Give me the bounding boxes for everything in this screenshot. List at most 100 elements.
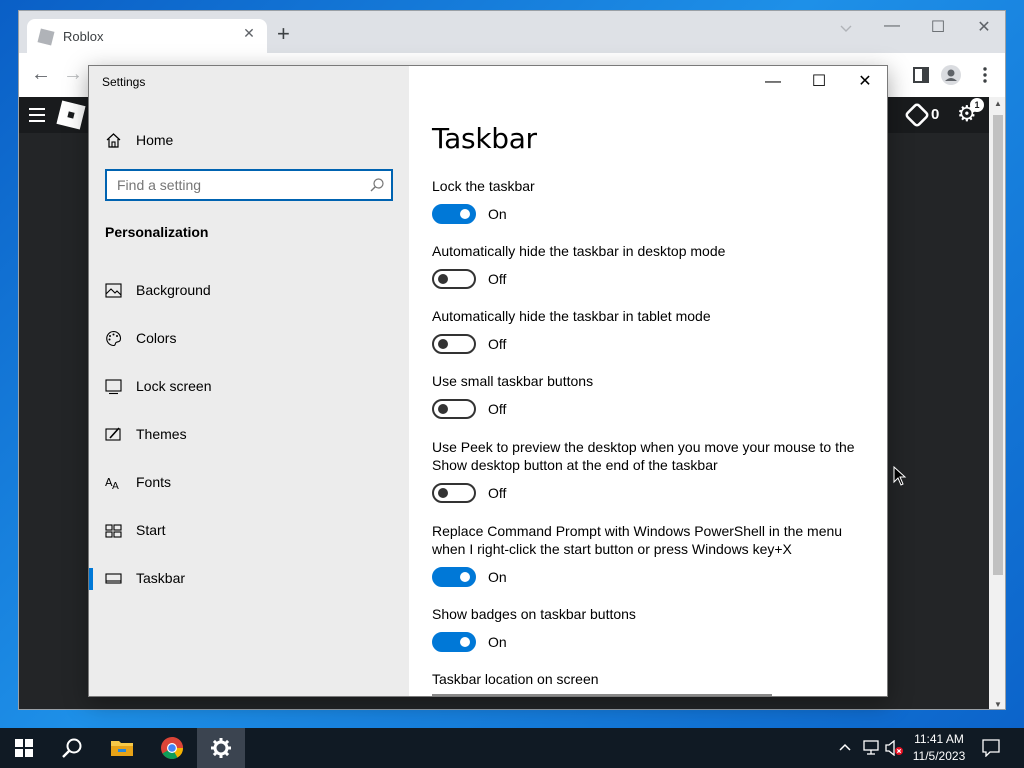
autohide-tablet-toggle[interactable] bbox=[432, 334, 476, 354]
taskbar-location-dropdown[interactable] bbox=[432, 694, 772, 696]
browser-close-button[interactable]: ✕ bbox=[969, 17, 999, 37]
powershell-toggle[interactable] bbox=[432, 567, 476, 587]
toggle-state: On bbox=[488, 569, 507, 585]
action-center-icon[interactable] bbox=[982, 739, 1000, 757]
settings-content: — ☐ ✕ Taskbar Lock the taskbar On Automa… bbox=[409, 66, 887, 696]
clock-date: 11/5/2023 bbox=[912, 749, 966, 763]
sidebar-item-colors[interactable]: Colors bbox=[89, 314, 409, 362]
tab-title: Roblox bbox=[63, 29, 104, 44]
scroll-down-arrow-icon[interactable]: ▼ bbox=[989, 700, 1005, 709]
badges-toggle[interactable] bbox=[432, 632, 476, 652]
toggle-state: On bbox=[488, 634, 507, 650]
sidebar-item-label: Themes bbox=[136, 426, 187, 442]
toggle-state: Off bbox=[488, 271, 507, 287]
sidebar-item-themes[interactable]: Themes bbox=[89, 410, 409, 458]
search-icon[interactable] bbox=[369, 177, 385, 193]
setting-autohide-desktop: Automatically hide the taskbar in deskto… bbox=[432, 242, 872, 289]
volume-muted-icon[interactable] bbox=[884, 740, 904, 756]
profile-avatar-icon[interactable] bbox=[941, 65, 961, 85]
sidebar-item-fonts[interactable]: A A Fonts bbox=[89, 458, 409, 506]
setting-badges: Show badges on taskbar buttons On bbox=[432, 605, 872, 652]
palette-icon bbox=[106, 330, 122, 346]
toggle-state: Off bbox=[488, 336, 507, 352]
start-button[interactable] bbox=[0, 728, 48, 768]
peek-toggle[interactable] bbox=[432, 483, 476, 503]
tray-overflow-chevron-icon[interactable] bbox=[838, 742, 852, 752]
search-box[interactable] bbox=[105, 169, 393, 201]
chrome-icon bbox=[161, 737, 183, 759]
setting-powershell: Replace Command Prompt with Windows Powe… bbox=[432, 522, 872, 587]
settings-icon bbox=[211, 738, 231, 758]
hamburger-menu-icon[interactable] bbox=[29, 108, 45, 122]
setting-location: Taskbar location on screen bbox=[432, 670, 872, 688]
scroll-thumb[interactable] bbox=[993, 115, 1003, 575]
scroll-up-arrow-icon[interactable]: ▲ bbox=[989, 99, 1005, 108]
taskbar-icon bbox=[105, 572, 122, 584]
autohide-desktop-toggle[interactable] bbox=[432, 269, 476, 289]
forward-button[interactable]: → bbox=[61, 63, 85, 85]
page-scrollbar[interactable]: ▲ ▼ bbox=[989, 97, 1005, 709]
toggle-state: On bbox=[488, 206, 507, 222]
themes-icon bbox=[105, 426, 121, 441]
sidebar-nav: Background Colors Lock screen Themes A A… bbox=[89, 266, 409, 602]
taskbar-search-button[interactable] bbox=[48, 728, 96, 768]
robux-count: 0 bbox=[931, 106, 940, 123]
tab-close-icon[interactable]: ✕ bbox=[239, 25, 259, 42]
home-link[interactable]: Home bbox=[105, 130, 173, 150]
tab-strip: Roblox ✕ + — ☐ ✕ bbox=[19, 11, 1005, 53]
home-label: Home bbox=[136, 132, 174, 148]
sidebar-item-start[interactable]: Start bbox=[89, 506, 409, 554]
setting-label: Use small taskbar buttons bbox=[432, 373, 594, 389]
setting-label: Automatically hide the taskbar in tablet… bbox=[432, 308, 711, 324]
network-icon[interactable] bbox=[862, 740, 880, 756]
sidebar-item-background[interactable]: Background bbox=[89, 266, 409, 314]
windows-start-icon bbox=[15, 739, 33, 757]
roblox-favicon-icon bbox=[37, 28, 55, 46]
sidebar-item-taskbar[interactable]: Taskbar bbox=[89, 554, 409, 602]
tab-search-icon[interactable] bbox=[831, 21, 861, 37]
settings-close-button[interactable]: ✕ bbox=[845, 72, 885, 92]
settings-minimize-button[interactable]: — bbox=[753, 72, 793, 92]
taskbar-settings[interactable] bbox=[197, 728, 245, 768]
lock-taskbar-toggle[interactable] bbox=[432, 204, 476, 224]
settings-window: Settings Home Personalization Backg bbox=[88, 65, 888, 697]
toggle-state: Off bbox=[488, 401, 507, 417]
browser-menu-icon[interactable] bbox=[975, 65, 995, 85]
side-panel-icon[interactable] bbox=[911, 65, 931, 85]
search-input[interactable] bbox=[107, 171, 357, 199]
new-tab-button[interactable]: + bbox=[277, 23, 290, 45]
small-buttons-toggle[interactable] bbox=[432, 399, 476, 419]
windows-taskbar: 11:41 AM 11/5/2023 bbox=[0, 728, 1024, 768]
robux-icon[interactable] bbox=[903, 101, 931, 129]
picture-icon bbox=[105, 282, 122, 298]
taskbar-chrome[interactable] bbox=[148, 728, 196, 768]
setting-peek: Use Peek to preview the desktop when you… bbox=[432, 438, 872, 503]
setting-label: Lock the taskbar bbox=[432, 178, 535, 194]
fonts-icon: A A bbox=[105, 476, 119, 491]
sidebar-item-label: Taskbar bbox=[136, 570, 186, 586]
sidebar-item-label: Background bbox=[136, 282, 211, 298]
back-button[interactable]: ← bbox=[29, 63, 53, 85]
page-title: Taskbar bbox=[432, 122, 537, 155]
search-icon bbox=[62, 738, 82, 758]
settings-maximize-button[interactable]: ☐ bbox=[799, 72, 839, 92]
system-clock[interactable]: 11:41 AM 11/5/2023 bbox=[905, 731, 973, 765]
setting-label: Replace Command Prompt with Windows Powe… bbox=[432, 523, 843, 557]
taskbar-file-explorer[interactable] bbox=[98, 728, 146, 768]
setting-autohide-tablet: Automatically hide the taskbar in tablet… bbox=[432, 307, 872, 354]
window-title: Settings bbox=[102, 75, 146, 89]
sidebar-item-lock-screen[interactable]: Lock screen bbox=[89, 362, 409, 410]
browser-maximize-button[interactable]: ☐ bbox=[923, 17, 953, 37]
settings-sidebar: Settings Home Personalization Backg bbox=[89, 66, 409, 696]
browser-minimize-button[interactable]: — bbox=[877, 17, 907, 35]
setting-label: Show badges on taskbar buttons bbox=[432, 606, 636, 622]
setting-label: Taskbar location on screen bbox=[432, 671, 599, 687]
setting-small-buttons: Use small taskbar buttons Off bbox=[432, 372, 872, 419]
toggle-state: Off bbox=[488, 485, 507, 501]
browser-tab-roblox[interactable]: Roblox ✕ bbox=[27, 19, 267, 53]
roblox-logo-icon[interactable] bbox=[56, 100, 86, 130]
sidebar-item-label: Colors bbox=[136, 330, 177, 346]
setting-lock-taskbar: Lock the taskbar On bbox=[432, 177, 872, 224]
home-icon bbox=[106, 132, 121, 148]
setting-label: Automatically hide the taskbar in deskto… bbox=[432, 243, 726, 259]
